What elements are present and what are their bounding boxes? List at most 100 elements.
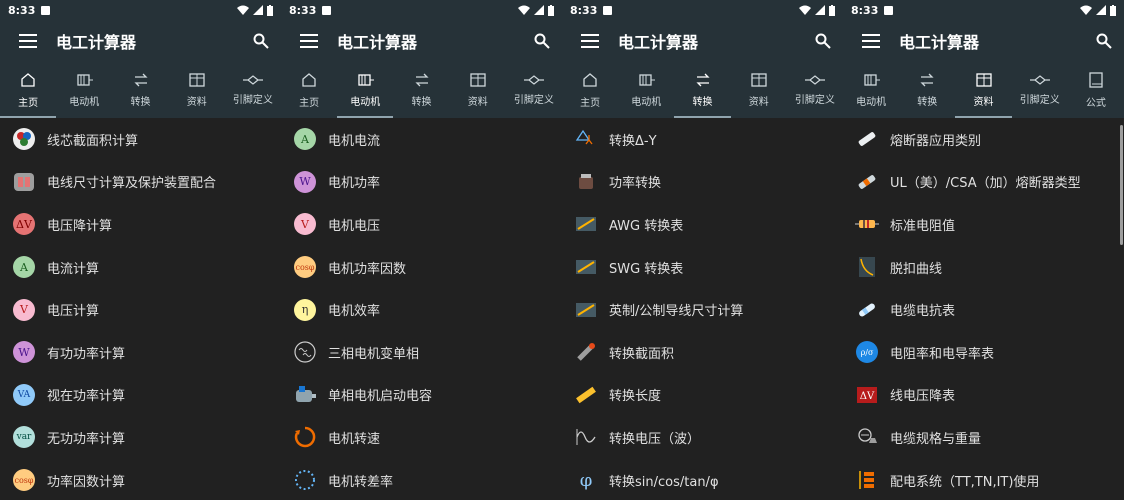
list-item-label: 转换电压（波） bbox=[609, 431, 701, 447]
tab-label: 引脚定义 bbox=[513, 94, 554, 106]
menu-icon[interactable] bbox=[562, 34, 618, 48]
list-item[interactable]: 电缆规格与重量 bbox=[843, 416, 1124, 459]
tab-label: 资料 bbox=[186, 96, 207, 108]
search-icon[interactable] bbox=[522, 33, 562, 49]
list-item-label: 电机电流 bbox=[328, 133, 381, 149]
wifi-icon bbox=[1080, 5, 1092, 15]
tab-home[interactable]: 主页 bbox=[0, 62, 57, 118]
tab-data[interactable]: 资料 bbox=[450, 62, 506, 118]
tab-label: 转换 bbox=[917, 96, 938, 108]
list-item-label: 电缆规格与重量 bbox=[890, 431, 982, 447]
signal-icon bbox=[1096, 5, 1106, 15]
tab-pinout[interactable]: 引脚定义 bbox=[225, 62, 281, 118]
list-item[interactable]: 电机转速 bbox=[281, 416, 562, 459]
list-item-label: 转换sin/cos/tan/φ bbox=[609, 474, 719, 490]
list-item-label: 线电压降表 bbox=[890, 389, 956, 405]
list-item[interactable]: SWG 转换表 bbox=[562, 246, 843, 289]
tab-label: 电动机 bbox=[856, 96, 887, 108]
tab-motor[interactable]: 电动机 bbox=[843, 62, 899, 118]
list-item[interactable]: 转换长度 bbox=[562, 374, 843, 417]
menu-icon[interactable] bbox=[843, 34, 899, 48]
tab-motor[interactable]: 电动机 bbox=[337, 62, 394, 118]
list-item[interactable]: VA 视在功率计算 bbox=[0, 374, 281, 417]
tab-data[interactable]: 资料 bbox=[731, 62, 787, 118]
home-icon bbox=[302, 72, 316, 87]
table-icon bbox=[975, 72, 992, 87]
pinout-icon bbox=[242, 74, 263, 85]
battery-icon bbox=[548, 4, 554, 16]
status-bar: 8:33 bbox=[562, 0, 843, 20]
tab-pinout[interactable]: 引脚定义 bbox=[787, 62, 843, 118]
list-item-label: 脱扣曲线 bbox=[890, 261, 943, 277]
cable-weight-icon bbox=[844, 427, 890, 447]
list-item[interactable]: 转换Δ-Y bbox=[562, 118, 843, 161]
list-item-label: 电流计算 bbox=[47, 261, 100, 277]
tab-convert[interactable]: 转换 bbox=[674, 62, 731, 118]
tab-data[interactable]: 资料 bbox=[955, 62, 1012, 118]
list-item[interactable]: 转换电压（波） bbox=[562, 416, 843, 459]
list-item-label: 转换Δ-Y bbox=[609, 133, 657, 149]
tab-home[interactable]: 主页 bbox=[281, 62, 337, 118]
list-item[interactable]: 单相电机启动电容 bbox=[281, 374, 562, 417]
tab-pinout[interactable]: 引脚定义 bbox=[1012, 62, 1068, 118]
tab-data[interactable]: 资料 bbox=[169, 62, 225, 118]
search-icon[interactable] bbox=[241, 33, 281, 49]
tab-convert[interactable]: 转换 bbox=[899, 62, 955, 118]
list-item[interactable]: 电机转差率 bbox=[281, 459, 562, 500]
list-item[interactable]: var 无功功率计算 bbox=[0, 416, 281, 459]
list-item[interactable]: V 电机电压 bbox=[281, 203, 562, 246]
list-item-label: 功率因数计算 bbox=[47, 474, 126, 490]
active-power-icon: W bbox=[1, 341, 47, 364]
list-item[interactable]: ΔV 线电压降表 bbox=[843, 374, 1124, 417]
tab-convert[interactable]: 转换 bbox=[393, 62, 449, 118]
tab-convert[interactable]: 转换 bbox=[112, 62, 168, 118]
list-item-label: 电机转差率 bbox=[328, 474, 394, 490]
tab-home[interactable]: 主页 bbox=[562, 62, 618, 118]
search-icon[interactable] bbox=[1084, 33, 1124, 49]
list-item[interactable]: η 电机效率 bbox=[281, 288, 562, 331]
list-item[interactable]: 配电系统（TT,TN,IT)使用 bbox=[843, 459, 1124, 500]
list-item-label: 电机转速 bbox=[328, 431, 381, 447]
tab-formula[interactable]: 公式 bbox=[1068, 62, 1124, 118]
list-item[interactable]: 标准电阻值 bbox=[843, 203, 1124, 246]
list-item[interactable]: cosφ 功率因数计算 bbox=[0, 459, 281, 500]
menu-icon[interactable] bbox=[281, 34, 337, 48]
list-item[interactable]: 英制/公制导线尺寸计算 bbox=[562, 288, 843, 331]
list-item-label: 电缆电抗表 bbox=[890, 304, 956, 320]
list-item[interactable]: φ 转换sin/cos/tan/φ bbox=[562, 459, 843, 500]
list-item[interactable]: W 电机功率 bbox=[281, 161, 562, 204]
list-item[interactable]: 电缆电抗表 bbox=[843, 288, 1124, 331]
list-item[interactable]: 脱扣曲线 bbox=[843, 246, 1124, 289]
list-item[interactable]: UL（美）/CSA（加）熔断器类型 bbox=[843, 161, 1124, 204]
screen-data: 8:33 电工计算器 电动机 转换 资料 引脚定义 公式 熔断器应用类别 UL（… bbox=[843, 0, 1124, 500]
notification-icon bbox=[884, 5, 894, 15]
list-item[interactable]: A 电流计算 bbox=[0, 246, 281, 289]
tab-pinout[interactable]: 引脚定义 bbox=[506, 62, 562, 118]
list-item[interactable]: A 电机电流 bbox=[281, 118, 562, 161]
list-item[interactable]: V 电压计算 bbox=[0, 288, 281, 331]
tab-motor[interactable]: 电动机 bbox=[56, 62, 112, 118]
list-item-label: 线芯截面积计算 bbox=[47, 133, 139, 149]
menu-icon[interactable] bbox=[0, 34, 56, 48]
app-bar: 电工计算器 bbox=[281, 20, 562, 62]
current-icon: A bbox=[1, 256, 47, 279]
list-item[interactable]: W 有功功率计算 bbox=[0, 331, 281, 374]
list-item[interactable]: 转换截面积 bbox=[562, 331, 843, 374]
search-icon[interactable] bbox=[803, 33, 843, 49]
tab-label: 主页 bbox=[18, 97, 39, 109]
list-item[interactable]: 熔断器应用类别 bbox=[843, 118, 1124, 161]
tab-label: 资料 bbox=[467, 96, 488, 108]
list-item[interactable]: AWG 转换表 bbox=[562, 203, 843, 246]
tab-label: 资料 bbox=[973, 96, 994, 108]
list-item[interactable]: ρ/σ 电阻率和电导率表 bbox=[843, 331, 1124, 374]
list-item[interactable]: 电线尺寸计算及保护装置配合 bbox=[0, 161, 281, 204]
list-item[interactable]: 功率转换 bbox=[562, 161, 843, 204]
list-item[interactable]: ΔV 电压降计算 bbox=[0, 203, 281, 246]
tab-motor[interactable]: 电动机 bbox=[618, 62, 674, 118]
list-item[interactable]: cosφ 电机功率因数 bbox=[281, 246, 562, 289]
tab-bar: 电动机 转换 资料 引脚定义 公式 bbox=[843, 62, 1124, 118]
list-item[interactable]: 线芯截面积计算 bbox=[0, 118, 281, 161]
efficiency-icon: η bbox=[282, 298, 328, 321]
list-item[interactable]: 三相电机变单相 bbox=[281, 331, 562, 374]
scrollbar[interactable] bbox=[1120, 125, 1123, 245]
